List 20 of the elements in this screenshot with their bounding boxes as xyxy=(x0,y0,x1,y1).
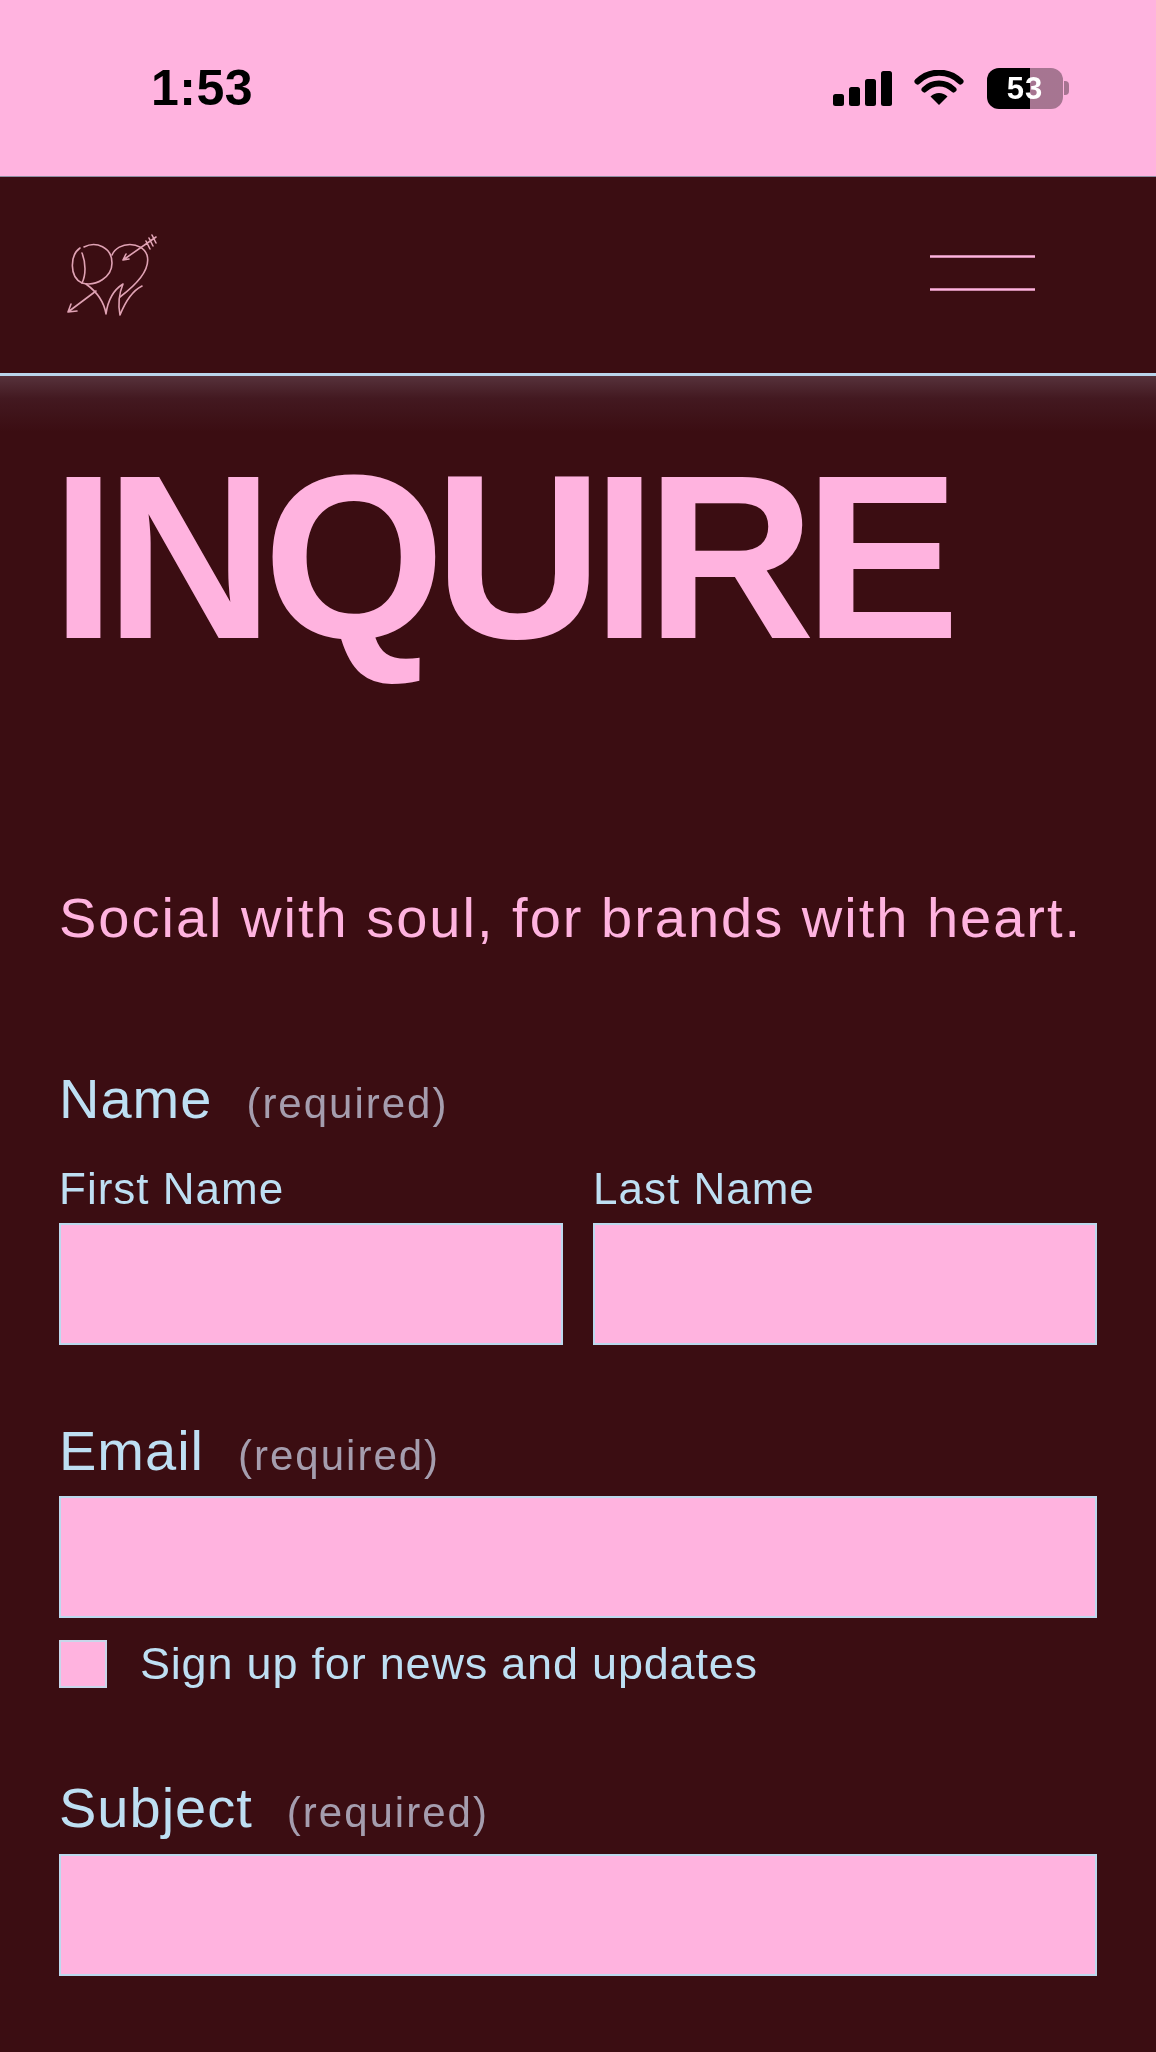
tagline: Social with soul, for brands with heart. xyxy=(59,885,1083,951)
input-field[interactable] xyxy=(59,1853,1097,1976)
signal-icon xyxy=(833,70,893,106)
input-field[interactable] xyxy=(59,1496,1097,1619)
required-hint: (required) xyxy=(286,1788,489,1839)
subfield-label: First Name xyxy=(59,1163,285,1216)
checkbox-label: Sign up for news and updates xyxy=(140,1640,758,1689)
checkbox[interactable] xyxy=(59,1640,107,1689)
menu-icon[interactable] xyxy=(930,255,1035,291)
status-time: 1:53 xyxy=(151,63,254,113)
subfield-label: Last Name xyxy=(593,1163,815,1216)
input-field[interactable] xyxy=(59,1223,563,1346)
wifi-icon xyxy=(914,70,964,106)
required-hint: (required) xyxy=(238,1431,441,1482)
field-label: Email xyxy=(59,1418,205,1485)
required-hint: (required) xyxy=(246,1079,449,1130)
input-field[interactable] xyxy=(593,1223,1097,1346)
field-label: Name xyxy=(59,1066,213,1133)
field-label: Subject xyxy=(59,1775,253,1842)
page-title: INQUIRE xyxy=(51,440,951,688)
